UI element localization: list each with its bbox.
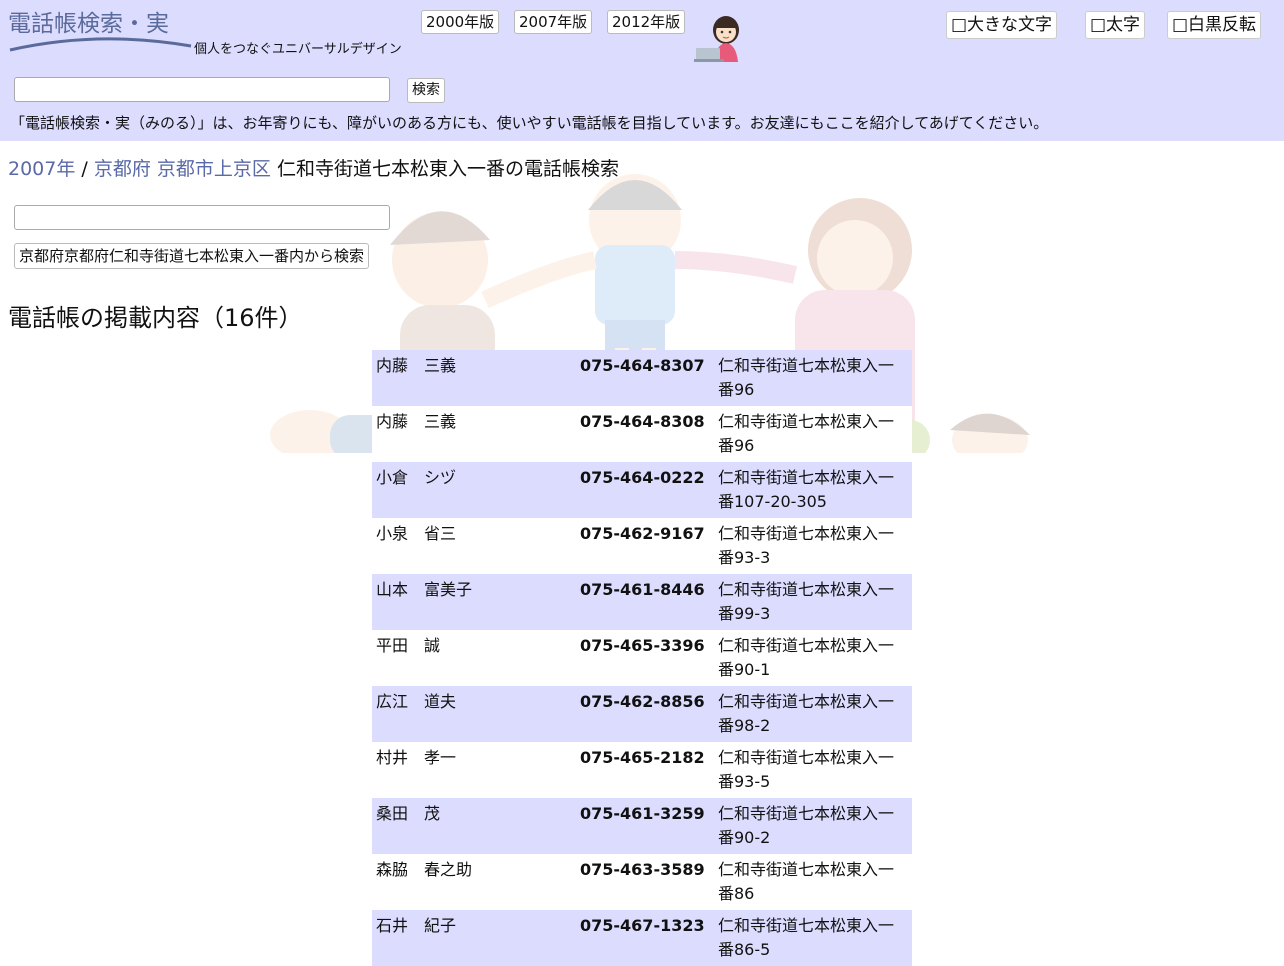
listing-row: 森脇 春之助 075-463-3589 仁和寺街道七本松東入一番86 xyxy=(372,854,912,910)
listing-phone: 075-463-3589 xyxy=(580,860,705,879)
listing-phone: 075-467-1323 xyxy=(580,916,705,935)
listing-row: 内藤 三義 075-464-8307 仁和寺街道七本松東入一番96 xyxy=(372,350,912,406)
listing-row: 小倉 シヅ 075-464-0222 仁和寺街道七本松東入一番107-20-305 xyxy=(372,462,912,518)
listing-address: 仁和寺街道七本松東入一番93-3 xyxy=(718,524,895,567)
listing-phone: 075-464-8308 xyxy=(580,412,705,431)
listing-row: 村井 孝一 075-465-2182 仁和寺街道七本松東入一番93-5 xyxy=(372,742,912,798)
listing-row: 山本 富美子 075-461-8446 仁和寺街道七本松東入一番99-3 xyxy=(372,574,912,630)
listing-phone: 075-462-9167 xyxy=(580,524,705,543)
breadcrumb-year-link[interactable]: 2007年 xyxy=(8,158,75,180)
listing-name: 石井 紀子 xyxy=(376,916,457,935)
site-logo[interactable]: 電話帳検索・実 xyxy=(8,4,193,56)
logo-swoosh xyxy=(9,37,192,52)
listing-name: 内藤 三義 xyxy=(376,356,457,375)
listing-address: 仁和寺街道七本松東入一番96 xyxy=(718,412,895,455)
listing-phone: 075-461-3259 xyxy=(580,804,705,823)
breadcrumb-separator: / xyxy=(75,158,94,180)
listing-phone: 075-465-3396 xyxy=(580,636,705,655)
listing-phone: 075-464-8307 xyxy=(580,356,705,375)
breadcrumb-prefecture-link[interactable]: 京都府 xyxy=(94,158,151,180)
listing-address: 仁和寺街道七本松東入一番90-2 xyxy=(718,804,895,847)
listing-table: 内藤 三義 075-464-8307 仁和寺街道七本松東入一番96 内藤 三義 075-… xyxy=(372,350,912,966)
version-2007-button[interactable]: 2007年版 xyxy=(514,10,593,34)
listing-address: 仁和寺街道七本松東入一番107-20-305 xyxy=(718,468,895,511)
breadcrumb: 2007年 / 京都府 京都市上京区 仁和寺街道七本松東入一番の電話帳検索 xyxy=(8,154,619,181)
site-intro: 「電話帳検索・実（みのる）」は、お年寄りにも、障がいのある方にも、使いやすい電話… xyxy=(10,114,1049,132)
listing-phone: 075-465-2182 xyxy=(580,748,705,767)
local-search-input[interactable] xyxy=(14,205,390,230)
listing-address: 仁和寺街道七本松東入一番86-5 xyxy=(718,916,895,959)
breadcrumb-current: 仁和寺街道七本松東入一番の電話帳検索 xyxy=(276,158,619,180)
search-input[interactable] xyxy=(14,77,390,102)
listing-phone: 075-462-8856 xyxy=(580,692,705,711)
local-search-button[interactable]: 京都府京都府仁和寺街道七本松東入一番内から検索 xyxy=(14,243,370,269)
listing-row: 桑田 茂 075-461-3259 仁和寺街道七本松東入一番90-2 xyxy=(372,798,912,854)
listing-name: 村井 孝一 xyxy=(376,748,457,767)
listing-name: 内藤 三義 xyxy=(376,412,457,431)
invert-colors-toggle[interactable]: □白黒反転 xyxy=(1167,11,1262,39)
listing-row: 平田 誠 075-465-3396 仁和寺街道七本松東入一番90-1 xyxy=(372,630,912,686)
listing-name: 広江 道夫 xyxy=(376,692,457,711)
listing-address: 仁和寺街道七本松東入一番96 xyxy=(718,356,895,399)
logo-text: 電話帳検索・実 xyxy=(8,11,169,37)
large-text-toggle[interactable]: □大きな文字 xyxy=(946,11,1058,39)
listing-name: 小泉 省三 xyxy=(376,524,457,543)
tagline: 個人をつなぐユニバーサルデザイン xyxy=(194,42,402,57)
listing-address: 仁和寺街道七本松東入一番98-2 xyxy=(718,692,895,735)
breadcrumb-city-link[interactable]: 京都市上京区 xyxy=(157,158,271,180)
listing-address: 仁和寺街道七本松東入一番86 xyxy=(718,860,895,903)
section-title: 電話帳の掲載内容（16件） xyxy=(8,304,303,332)
listing-name: 森脇 春之助 xyxy=(376,860,473,879)
listing-address: 仁和寺街道七本松東入一番90-1 xyxy=(718,636,895,679)
listing-row: 内藤 三義 075-464-8308 仁和寺街道七本松東入一番96 xyxy=(372,406,912,462)
site-header: 電話帳検索・実 個人をつなぐユニバーサルデザイン 2000年版 2007年版 2… xyxy=(0,0,1284,141)
listing-name: 桑田 茂 xyxy=(376,804,441,823)
operator-illustration xyxy=(694,16,739,62)
listing-row: 小泉 省三 075-462-9167 仁和寺街道七本松東入一番93-3 xyxy=(372,518,912,574)
listing-address: 仁和寺街道七本松東入一番93-5 xyxy=(718,748,895,791)
operator-avatar xyxy=(694,8,746,64)
version-2000-button[interactable]: 2000年版 xyxy=(421,10,500,34)
listing-name: 小倉 シヅ xyxy=(376,468,457,487)
bold-text-toggle[interactable]: □太字 xyxy=(1085,11,1146,39)
search-button[interactable]: 検索 xyxy=(407,78,445,103)
listing-row: 石井 紀子 075-467-1323 仁和寺街道七本松東入一番86-5 xyxy=(372,910,912,966)
listing-name: 山本 富美子 xyxy=(376,580,473,599)
listing-row: 広江 道夫 075-462-8856 仁和寺街道七本松東入一番98-2 xyxy=(372,686,912,742)
listing-phone: 075-464-0222 xyxy=(580,468,705,487)
listing-address: 仁和寺街道七本松東入一番99-3 xyxy=(718,580,895,623)
listing-name: 平田 誠 xyxy=(376,636,441,655)
listing-phone: 075-461-8446 xyxy=(580,580,705,599)
version-2012-button[interactable]: 2012年版 xyxy=(607,10,686,34)
